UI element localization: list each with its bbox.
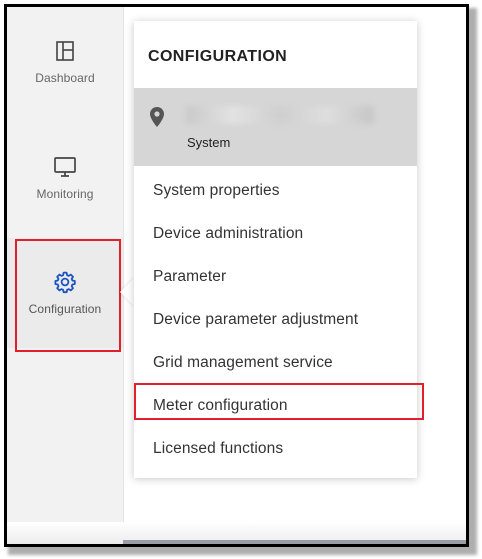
menu-item-device-administration[interactable]: Device administration <box>153 225 303 243</box>
sidebar-item-label: Configuration <box>28 302 102 316</box>
menu-item-licensed-functions[interactable]: Licensed functions <box>153 440 283 458</box>
menu-item-grid-management-service[interactable]: Grid management service <box>153 354 333 372</box>
menu-item-system-properties[interactable]: System properties <box>153 182 280 200</box>
menu-item-device-parameter-adjustment[interactable]: Device parameter adjustment <box>153 311 358 329</box>
location-pin-icon <box>150 107 164 127</box>
panel-pointer <box>120 278 134 306</box>
panel-title: CONFIGURATION <box>148 48 288 65</box>
sidebar-item-label: Dashboard <box>35 71 95 85</box>
monitor-icon <box>54 157 76 177</box>
system-selector[interactable]: System <box>134 88 417 166</box>
sidebar-item-dashboard[interactable]: Dashboard <box>7 7 123 117</box>
system-name-blurred <box>186 106 374 124</box>
sidebar-item-configuration[interactable]: Configuration <box>7 238 123 348</box>
gear-icon <box>54 271 76 294</box>
sidebar-item-monitoring[interactable]: Monitoring <box>7 123 123 233</box>
menu-item-parameter[interactable]: Parameter <box>153 268 226 286</box>
menu-item-meter-configuration[interactable]: Meter configuration <box>153 397 288 415</box>
dashboard-icon <box>56 41 74 61</box>
sidebar-nav: Dashboard Monitoring Configuration <box>7 7 124 544</box>
bottom-scrollbar <box>123 540 466 544</box>
system-label: System <box>187 135 231 150</box>
configuration-panel: CONFIGURATION System System properties D… <box>134 21 417 478</box>
sidebar-item-label: Monitoring <box>36 187 94 201</box>
screenshot-frame: Dashboard Monitoring Configuration CONFI… <box>4 4 469 547</box>
